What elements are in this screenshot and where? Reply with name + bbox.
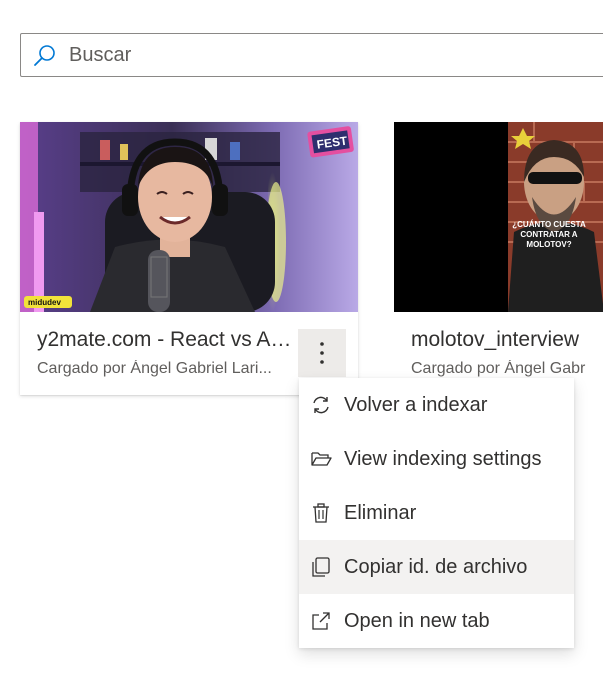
- menu-item-label: Open in new tab: [344, 609, 490, 632]
- video-card[interactable]: ¿CUÁNTO CUESTA CONTRATAR A MOLOTOV? molo…: [394, 122, 603, 395]
- search-box[interactable]: [20, 33, 603, 77]
- thumbnail-image: midudev FEST: [20, 122, 358, 312]
- refresh-icon: [313, 396, 329, 414]
- video-uploader: Cargado por Ángel Gabr: [411, 360, 586, 377]
- open-external-icon: [312, 612, 330, 630]
- video-uploader: Cargado por Ángel Gabriel Lari...: [37, 360, 272, 377]
- menu-item-reindex[interactable]: Volver a indexar: [299, 378, 574, 432]
- menu-item-label: View indexing settings: [344, 447, 542, 470]
- video-thumbnail[interactable]: ¿CUÁNTO CUESTA CONTRATAR A MOLOTOV?: [394, 122, 603, 312]
- thumbnail-caption-line1: ¿CUÁNTO CUESTA: [512, 220, 586, 229]
- video-title[interactable]: molotov_interview: [411, 328, 603, 352]
- menu-item-view-indexing-settings[interactable]: View indexing settings: [299, 432, 574, 486]
- menu-item-label: Volver a indexar: [344, 393, 488, 416]
- menu-item-label: Copiar id. de archivo: [344, 555, 528, 578]
- search-input[interactable]: [69, 34, 589, 76]
- search-icon: [34, 45, 55, 66]
- context-menu: Volver a indexar View indexing settings …: [299, 378, 574, 648]
- midudev-badge-text: midudev: [28, 298, 61, 307]
- folder-open-icon: [311, 452, 332, 466]
- menu-item-open-new-tab[interactable]: Open in new tab: [299, 594, 574, 648]
- menu-item-copy-file-id[interactable]: Copiar id. de archivo: [299, 540, 574, 594]
- thumbnail-image: ¿CUÁNTO CUESTA CONTRATAR A MOLOTOV?: [394, 122, 603, 312]
- video-title[interactable]: y2mate.com - React vs An...: [37, 328, 297, 352]
- trash-icon: [313, 503, 329, 523]
- menu-item-delete[interactable]: Eliminar: [299, 486, 574, 540]
- more-options-button[interactable]: [298, 329, 346, 377]
- page: midudev FEST y2mate.com - React vs An...…: [0, 0, 603, 689]
- video-card[interactable]: midudev FEST y2mate.com - React vs An...…: [20, 122, 358, 395]
- video-thumbnail[interactable]: midudev FEST: [20, 122, 358, 312]
- copy-icon: [312, 557, 330, 577]
- thumbnail-caption-line3: MOLOTOV?: [526, 240, 571, 249]
- menu-item-label: Eliminar: [344, 501, 417, 524]
- thumbnail-caption-line2: CONTRATAR A: [520, 230, 577, 239]
- more-vertical-icon: [320, 342, 324, 364]
